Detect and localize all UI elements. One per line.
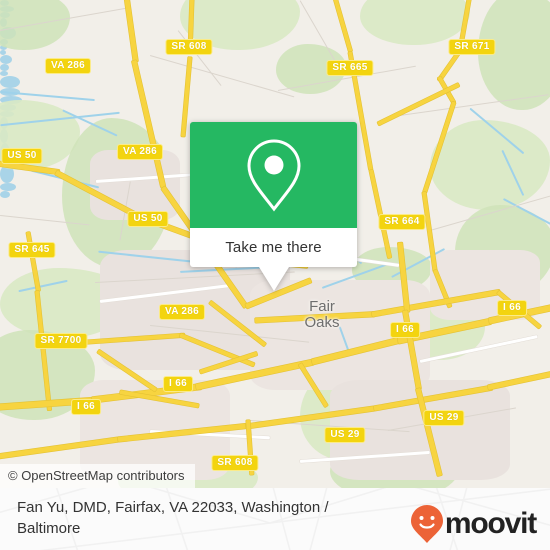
route-shield[interactable]: US 29 bbox=[324, 427, 366, 443]
route-shield[interactable]: US 29 bbox=[423, 410, 465, 426]
urban-patch bbox=[90, 150, 180, 220]
moovit-wordmark: moovit bbox=[444, 507, 537, 540]
water-body bbox=[0, 183, 16, 191]
route-shield[interactable]: VA 286 bbox=[116, 144, 164, 160]
park-patch bbox=[430, 120, 550, 210]
route-shield[interactable]: SR 664 bbox=[378, 214, 426, 230]
route-shield[interactable]: SR 671 bbox=[448, 39, 496, 55]
route-shield[interactable]: I 66 bbox=[163, 376, 193, 392]
map-canvas[interactable]: Fair Oaks VA 286 SR 608 SR 665 SR 671 US… bbox=[0, 0, 550, 488]
route-shield[interactable]: I 66 bbox=[71, 399, 101, 415]
moovit-logo[interactable]: moovit bbox=[410, 504, 537, 544]
callout-header bbox=[190, 122, 357, 228]
water-body bbox=[0, 55, 12, 64]
caption-bar: Fan Yu, DMD, Fairfax, VA 22033, Washingt… bbox=[0, 488, 550, 550]
callout-pointer-tail bbox=[258, 267, 289, 291]
park-patch bbox=[0, 0, 70, 50]
minor-road bbox=[149, 55, 295, 98]
water-body bbox=[0, 76, 20, 88]
park-patch bbox=[478, 0, 550, 110]
route-shield[interactable]: US 50 bbox=[1, 148, 43, 164]
map-screenshot: Fair Oaks VA 286 SR 608 SR 665 SR 671 US… bbox=[0, 0, 550, 550]
water-body bbox=[0, 64, 9, 71]
highway-us29 bbox=[487, 370, 550, 390]
route-shield[interactable]: SR 608 bbox=[165, 39, 213, 55]
route-shield[interactable]: VA 286 bbox=[158, 304, 206, 320]
callout-action-bar[interactable]: Take me there bbox=[190, 228, 357, 267]
route-shield[interactable]: SR 7700 bbox=[34, 333, 88, 349]
moovit-smiley-pin-icon bbox=[410, 505, 443, 543]
water-body bbox=[0, 191, 10, 198]
route-shield[interactable]: US 50 bbox=[127, 211, 169, 227]
route-shield[interactable]: I 66 bbox=[497, 300, 527, 316]
take-me-there-label: Take me there bbox=[225, 239, 322, 256]
highway-va286 bbox=[123, 0, 139, 63]
osm-attribution[interactable]: © OpenStreetMap contributors bbox=[0, 464, 195, 488]
place-label-fair-oaks: Fair Oaks bbox=[304, 298, 340, 331]
location-caption: Fan Yu, DMD, Fairfax, VA 22033, Washingt… bbox=[17, 499, 329, 537]
route-shield[interactable]: I 66 bbox=[390, 322, 420, 338]
route-shield[interactable]: SR 645 bbox=[8, 242, 56, 258]
route-shield[interactable]: SR 665 bbox=[326, 60, 374, 76]
take-me-there-callout[interactable]: Take me there bbox=[190, 122, 357, 291]
route-shield[interactable]: VA 286 bbox=[44, 58, 92, 74]
route-shield[interactable]: SR 608 bbox=[211, 455, 259, 471]
highway-sr665 bbox=[332, 0, 353, 53]
map-pin-icon bbox=[246, 139, 301, 212]
